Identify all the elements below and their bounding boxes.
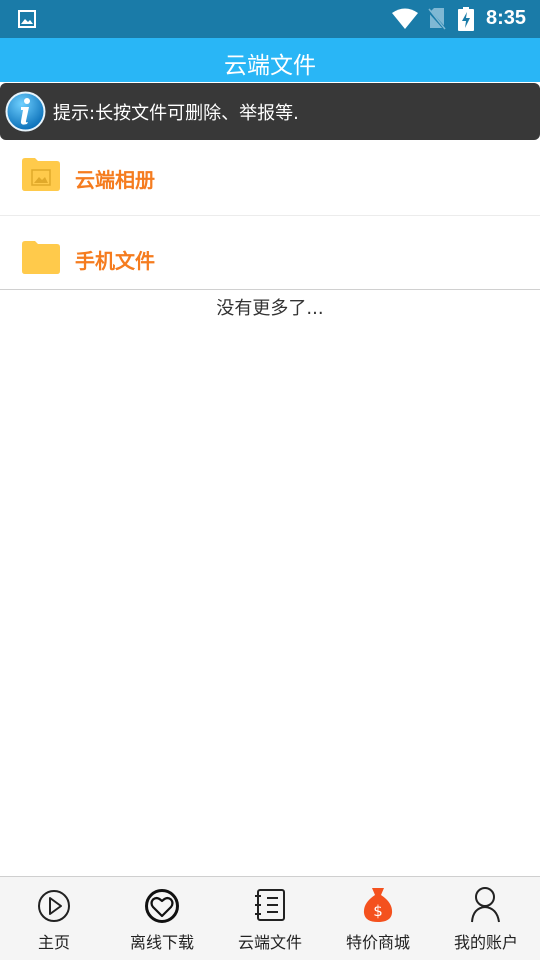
nav-label: 主页 bbox=[37, 933, 70, 952]
nav-label: 我的账户 bbox=[453, 933, 518, 952]
list-item-cloud-album[interactable]: 云端相册 bbox=[0, 140, 540, 216]
page-title: 云端文件 bbox=[224, 53, 316, 79]
status-time: 8:35 bbox=[486, 7, 527, 29]
nav-item-home[interactable]: 主页 bbox=[0, 877, 108, 960]
heart-circle-icon bbox=[145, 889, 179, 923]
nav-item-offline-download[interactable]: 离线下载 bbox=[108, 877, 216, 960]
photo-folder-icon bbox=[22, 158, 60, 191]
status-bar: 8:35 bbox=[0, 0, 540, 38]
nav-item-cloud-files[interactable]: 云端文件 bbox=[216, 877, 324, 960]
money-bag-icon: $ bbox=[363, 888, 393, 922]
battery-charging-icon bbox=[458, 7, 474, 31]
list-item-phone-files[interactable]: 手机文件 bbox=[0, 217, 540, 290]
tip-banner: 提示:长按文件可删除、举报等. bbox=[0, 83, 540, 140]
list-item-label: 手机文件 bbox=[75, 249, 155, 273]
list-item-label: 云端相册 bbox=[75, 168, 155, 192]
user-icon bbox=[471, 887, 500, 923]
notebook-icon bbox=[255, 889, 285, 921]
tip-text: 提示:长按文件可删除、举报等. bbox=[53, 103, 299, 124]
list-end-text: 没有更多了... bbox=[216, 298, 324, 319]
nav-label: 云端文件 bbox=[237, 933, 302, 952]
image-icon bbox=[18, 10, 36, 28]
nav-label: 特价商城 bbox=[345, 933, 410, 952]
svg-text:$: $ bbox=[373, 902, 383, 920]
bottom-nav: 主页 离线下载 云端文件 $ 特价商城 我的账户 bbox=[0, 876, 540, 960]
no-sim-icon bbox=[428, 8, 446, 30]
play-circle-icon bbox=[38, 890, 70, 922]
folder-icon bbox=[22, 241, 60, 274]
info-icon bbox=[5, 91, 46, 132]
title-bar: 云端文件 bbox=[0, 38, 540, 82]
wifi-icon bbox=[392, 8, 418, 29]
nav-item-shop[interactable]: $ 特价商城 bbox=[324, 877, 432, 960]
screen: 8:35 云端文件 提示:长按文件可删除、举报等. 云端相册 手机文件 没有更多… bbox=[0, 0, 540, 960]
nav-label: 离线下载 bbox=[129, 933, 194, 952]
nav-item-account[interactable]: 我的账户 bbox=[432, 877, 540, 960]
